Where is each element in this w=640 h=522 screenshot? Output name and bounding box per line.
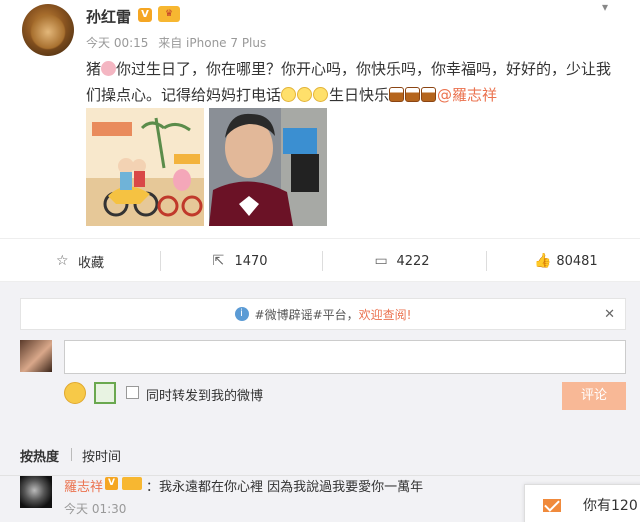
smile-emoji-icon (281, 87, 297, 102)
post-image-cartoon[interactable] (86, 108, 204, 226)
post-source: 来自 iPhone 7 Plus (158, 36, 267, 50)
verified-icon: V (138, 8, 152, 22)
weibo-post: 孙红雷 V ♛ ▾ 今天 00:15 来自 iPhone 7 Plus 猪你过生… (0, 0, 640, 238)
post-text-part3: 生日快乐 (329, 86, 390, 104)
current-user-avatar (20, 340, 52, 372)
post-image-selfie[interactable] (209, 108, 327, 226)
notice-text[interactable]: #微博辟谣#平台， (255, 306, 359, 323)
toast-text: 你有120 (583, 498, 638, 514)
close-icon[interactable]: ✕ (604, 307, 615, 322)
repost-icon: ⇱ (212, 253, 225, 269)
cake-emoji-icon (405, 87, 421, 102)
commenter-avatar[interactable] (20, 476, 52, 508)
comment-count: 4222 (396, 253, 430, 269)
verified-icon: V (105, 477, 118, 490)
like-button[interactable]: 👍 80481 (486, 239, 640, 283)
comment-composer: i #微博辟谣#平台， 欢迎查阅! ✕ 同时转发到我的微博 评论 (0, 282, 640, 432)
thumbs-up-icon: 👍 (534, 253, 552, 269)
post-text-part1: 猪 (86, 60, 102, 78)
favorite-button[interactable]: ☆ 收藏 (0, 239, 160, 283)
cake-emoji-icon (421, 87, 437, 102)
comment-input[interactable] (64, 340, 626, 374)
cake-emoji-icon (389, 87, 405, 102)
emoji-icon[interactable] (64, 382, 86, 404)
divider (71, 448, 72, 461)
smile-emoji-icon (313, 87, 329, 102)
repost-checkbox-label: 同时转发到我的微博 (146, 389, 264, 404)
image-upload-icon[interactable] (94, 382, 116, 404)
chevron-down-icon[interactable]: ▾ (602, 0, 628, 14)
post-username[interactable]: 孙红雷 (86, 6, 131, 27)
like-count: 80481 (556, 253, 598, 269)
mail-icon (543, 499, 561, 512)
repost-count: 1470 (234, 253, 268, 269)
post-text: 猪你过生日了，你在哪里？你开心吗，你快乐吗，你幸福吗，好好的，少让我们操点心。记… (86, 56, 626, 108)
sort-by-time-tab[interactable]: 按时间 (82, 446, 121, 465)
commenter-name[interactable]: 羅志祥 (64, 476, 103, 495)
mention-link[interactable]: @羅志祥 (437, 86, 497, 104)
sort-by-hot-tab[interactable]: 按热度 (20, 446, 59, 465)
comment-text: ：我永遠都在你心裡 因為我說過我要愛你一萬年 (146, 480, 424, 495)
info-icon: i (234, 307, 249, 321)
vip-crown-icon: ♛ (158, 6, 180, 22)
comment-submit-button[interactable]: 评论 (562, 382, 626, 410)
repost-button[interactable]: ⇱ 1470 (160, 239, 320, 283)
comment-icon: ▭ (374, 253, 388, 269)
post-meta: 今天 00:15 来自 iPhone 7 Plus (86, 34, 272, 51)
notice-welcome-link[interactable]: 欢迎查阅! (359, 306, 412, 323)
message-toast[interactable]: 你有120 (524, 484, 640, 522)
vip-crown-icon (122, 477, 142, 490)
user-avatar[interactable] (22, 4, 74, 56)
pig-emoji-icon (101, 61, 117, 76)
favorite-label: 收藏 (77, 255, 104, 271)
comment-button[interactable]: ▭ 4222 (322, 239, 482, 283)
post-action-bar: ☆ 收藏 ⇱ 1470 ▭ 4222 👍 80481 (0, 238, 640, 282)
repost-checkbox[interactable] (126, 386, 139, 399)
comment-time: 今天 01:30 (64, 502, 127, 516)
comment-sort-bar: 按热度 按时间 (0, 432, 640, 476)
rumor-notice-banner: i #微博辟谣#平台， 欢迎查阅! ✕ (20, 298, 626, 330)
post-time[interactable]: 今天 00:15 (86, 36, 148, 50)
star-icon: ☆ (55, 253, 69, 269)
smile-emoji-icon (297, 87, 313, 102)
